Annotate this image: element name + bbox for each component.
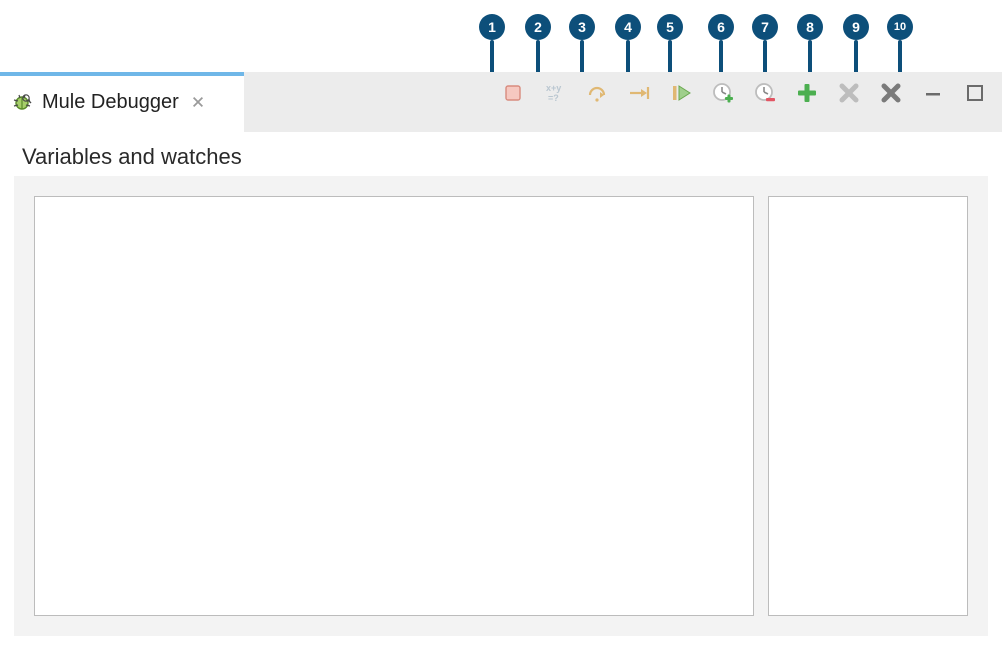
x-dark-icon bbox=[879, 81, 903, 110]
evaluate-expression-button[interactable]: x+y =? bbox=[534, 80, 576, 110]
bug-icon bbox=[10, 90, 34, 114]
resume-button[interactable] bbox=[660, 80, 702, 110]
plus-icon bbox=[795, 81, 819, 110]
annotation-number: 3 bbox=[569, 14, 595, 40]
run-to-cursor-button[interactable] bbox=[618, 80, 660, 110]
add-scheduler-button[interactable] bbox=[702, 80, 744, 110]
expression-icon: x+y =? bbox=[543, 81, 567, 110]
maximize-icon bbox=[963, 81, 987, 110]
x-grey-icon bbox=[837, 81, 861, 110]
maximize-button[interactable] bbox=[954, 80, 996, 110]
annotation-number: 10 bbox=[887, 14, 913, 40]
tab-mule-debugger[interactable]: Mule Debugger bbox=[0, 72, 244, 132]
clear-all-watches-button[interactable] bbox=[870, 80, 912, 110]
debugger-toolbar: x+y =? bbox=[492, 72, 996, 132]
panels-container bbox=[14, 176, 988, 636]
minimize-icon bbox=[921, 81, 945, 110]
annotation-number: 7 bbox=[752, 14, 778, 40]
stop-button[interactable] bbox=[492, 80, 534, 110]
resume-icon bbox=[669, 81, 693, 110]
annotation-number: 9 bbox=[843, 14, 869, 40]
annotation-number: 1 bbox=[479, 14, 505, 40]
close-tab-button[interactable] bbox=[189, 93, 207, 111]
clock-plus-icon bbox=[711, 81, 735, 110]
stop-icon bbox=[501, 81, 525, 110]
section-title: Variables and watches bbox=[22, 144, 988, 170]
variables-panel[interactable] bbox=[34, 196, 754, 616]
run-to-cursor-icon bbox=[627, 81, 651, 110]
annotation-number: 8 bbox=[797, 14, 823, 40]
add-watch-button[interactable] bbox=[786, 80, 828, 110]
svg-text:=?: =? bbox=[548, 93, 559, 103]
tab-title: Mule Debugger bbox=[42, 91, 179, 114]
active-tab-indicator bbox=[0, 72, 244, 76]
watches-panel[interactable] bbox=[768, 196, 968, 616]
remove-scheduler-button[interactable] bbox=[744, 80, 786, 110]
step-over-icon bbox=[585, 81, 609, 110]
annotation-number: 5 bbox=[657, 14, 683, 40]
annotation-number: 6 bbox=[708, 14, 734, 40]
remove-watch-button[interactable] bbox=[828, 80, 870, 110]
debugger-content: Variables and watches bbox=[0, 132, 1002, 652]
annotation-number: 4 bbox=[615, 14, 641, 40]
clock-minus-icon bbox=[753, 81, 777, 110]
step-over-button[interactable] bbox=[576, 80, 618, 110]
svg-text:x+y: x+y bbox=[546, 83, 561, 93]
minimize-button[interactable] bbox=[912, 80, 954, 110]
annotation-number: 2 bbox=[525, 14, 551, 40]
